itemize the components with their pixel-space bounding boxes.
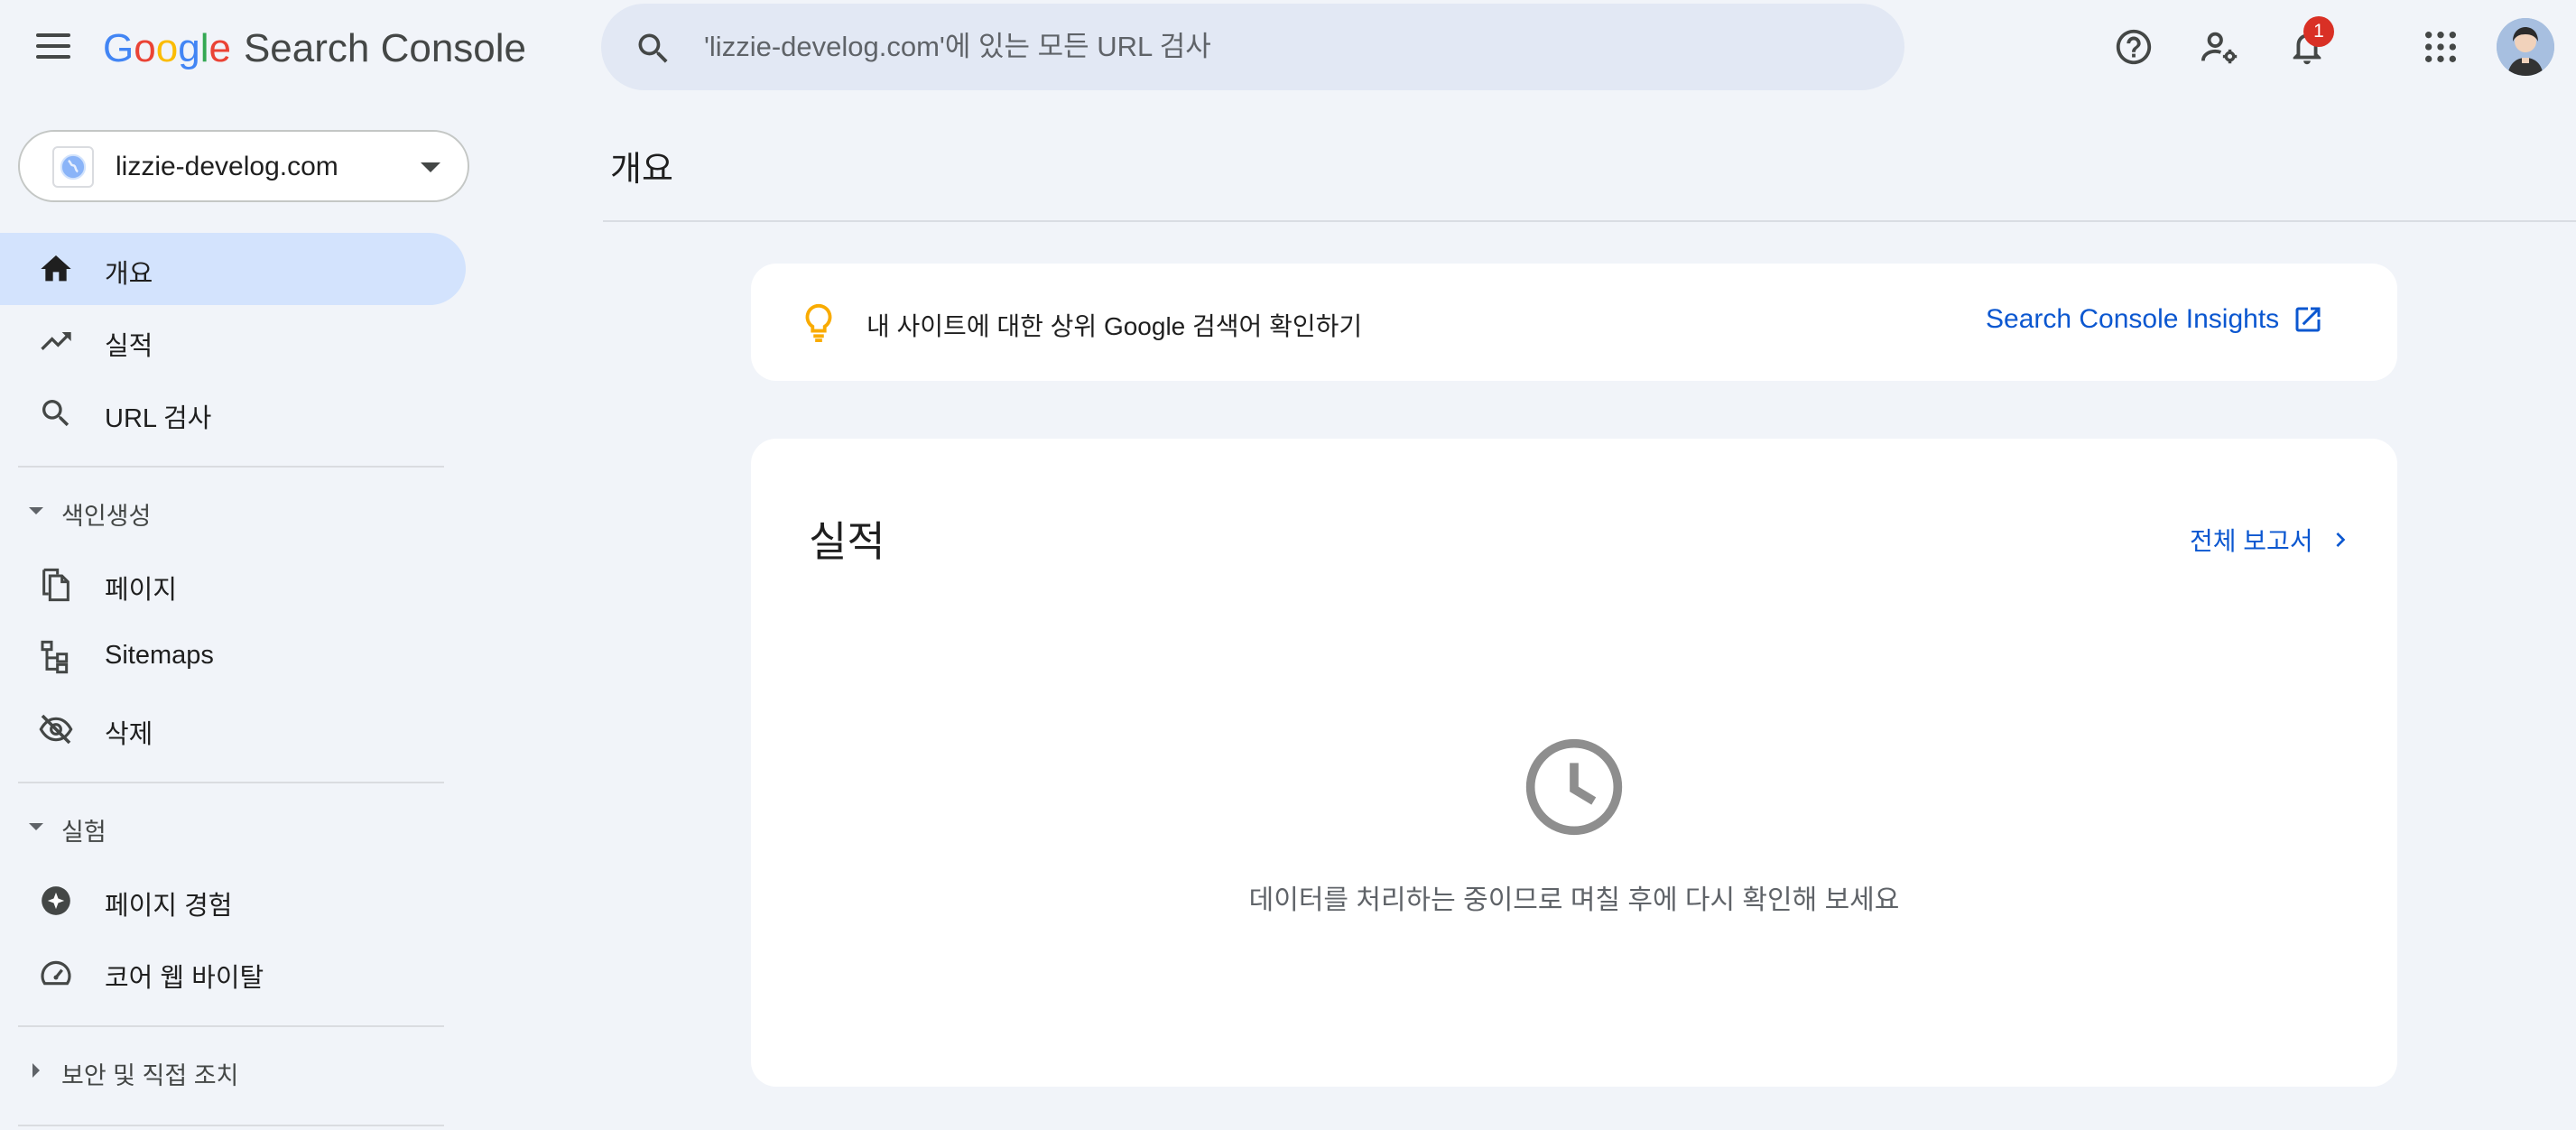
sidebar-item-label: 삭제 <box>105 720 153 749</box>
section-label: 색인생성 <box>61 503 152 530</box>
chevron-down-icon[interactable] <box>421 162 440 172</box>
expand-arrow-icon <box>32 1063 40 1078</box>
search-input[interactable] <box>704 22 1859 72</box>
menu-icon[interactable] <box>31 23 76 69</box>
pages-icon <box>42 568 69 602</box>
performance-card: 실적 전체 보고서 데이터를 처리하는 중이므로 며칠 후에 다시 확인해 보세… <box>751 439 2397 1087</box>
notification-badge: 1 <box>2303 16 2334 47</box>
divider <box>18 782 444 783</box>
page-title: 개요 <box>610 151 673 189</box>
lightbulb-icon <box>805 303 832 343</box>
collapse-arrow-icon <box>29 507 43 514</box>
avatar[interactable] <box>2497 18 2554 76</box>
logo-letter: g <box>178 26 200 70</box>
sidebar-item-sitemaps[interactable]: Sitemaps <box>0 621 466 693</box>
sidebar-item-label: URL 검사 <box>105 404 212 433</box>
search-console-logo[interactable]: Google Search Console <box>103 22 526 76</box>
sidebar-item-core-web-vitals[interactable]: 코어 웹 바이탈 <box>0 937 466 1009</box>
sidebar-item-label: 실적 <box>105 332 153 361</box>
trending-up-icon <box>41 332 71 350</box>
sidebar-item-pages[interactable]: 페이지 <box>0 549 466 621</box>
logo-letter: o <box>155 26 179 70</box>
processing-message: 데이터를 처리하는 중이므로 며칠 후에 다시 확인해 보세요 <box>1248 885 1900 915</box>
open-in-new-icon <box>2295 307 2321 332</box>
sitemap-icon <box>41 640 69 674</box>
logo-letter: o <box>134 26 156 70</box>
logo-letter: l <box>199 26 209 70</box>
apps-grid-icon[interactable] <box>2419 25 2462 69</box>
manage-users-icon[interactable] <box>2199 25 2242 69</box>
logo-letter: G <box>103 26 134 70</box>
help-icon[interactable] <box>2112 25 2155 69</box>
sidebar-item-label: Sitemaps <box>105 641 214 670</box>
divider <box>18 1125 444 1126</box>
globe-icon <box>52 146 94 188</box>
sidebar-item-url-inspection[interactable]: URL 검사 <box>0 377 466 449</box>
clock-icon <box>1525 738 1623 836</box>
search-icon <box>42 400 69 427</box>
sidebar-item-label: 페이지 <box>105 576 178 605</box>
property-selector[interactable]: lizzie-develog.com <box>18 130 469 202</box>
product-name: Search Console <box>243 26 527 70</box>
section-label: 보안 및 직접 조치 <box>61 1062 239 1089</box>
sidebar-item-label: 코어 웹 바이탈 <box>105 964 264 993</box>
top-app-bar: Google Search Console 1 <box>0 0 2576 94</box>
section-label: 실험 <box>61 819 107 846</box>
experience-icon <box>42 886 70 915</box>
sidebar-item-overview[interactable]: 개요 <box>0 233 466 305</box>
sidebar-item-performance[interactable]: 실적 <box>0 305 466 377</box>
speed-gauge-icon <box>41 960 71 986</box>
logo-letter: e <box>208 26 231 70</box>
section-indexing[interactable]: 색인생성 <box>0 486 466 540</box>
divider <box>603 220 2576 222</box>
sidebar-item-label: 페이지 경험 <box>105 892 233 921</box>
card-title: 실적 <box>809 518 885 565</box>
chevron-right-icon <box>2336 533 2345 547</box>
divider <box>18 466 444 468</box>
full-report-label: 전체 보고서 <box>2190 527 2313 555</box>
full-report-link[interactable]: 전체 보고서 <box>2190 522 2355 558</box>
search-icon[interactable] <box>634 29 673 69</box>
search-console-insights-link[interactable]: Search Console Insights <box>1986 303 2324 336</box>
insights-link-label: Search Console Insights <box>1986 304 2280 334</box>
collapse-arrow-icon <box>29 823 43 830</box>
property-name: lizzie-develog.com <box>116 152 338 181</box>
insights-banner: 내 사이트에 대한 상위 Google 검색어 확인하기 Search Cons… <box>751 264 2397 381</box>
sidebar-item-removals[interactable]: 삭제 <box>0 693 466 765</box>
sidebar-item-page-experience[interactable]: 페이지 경험 <box>0 865 466 937</box>
section-experiments[interactable]: 실험 <box>0 801 466 856</box>
home-icon <box>41 255 71 282</box>
section-security[interactable]: 보안 및 직접 조치 <box>0 1045 466 1099</box>
url-inspection-search[interactable] <box>601 4 1904 90</box>
sidebar-item-label: 개요 <box>105 260 153 289</box>
divider <box>18 1025 444 1027</box>
visibility-off-icon <box>39 714 73 745</box>
insights-text: 내 사이트에 대한 상위 Google 검색어 확인하기 <box>866 312 1363 340</box>
